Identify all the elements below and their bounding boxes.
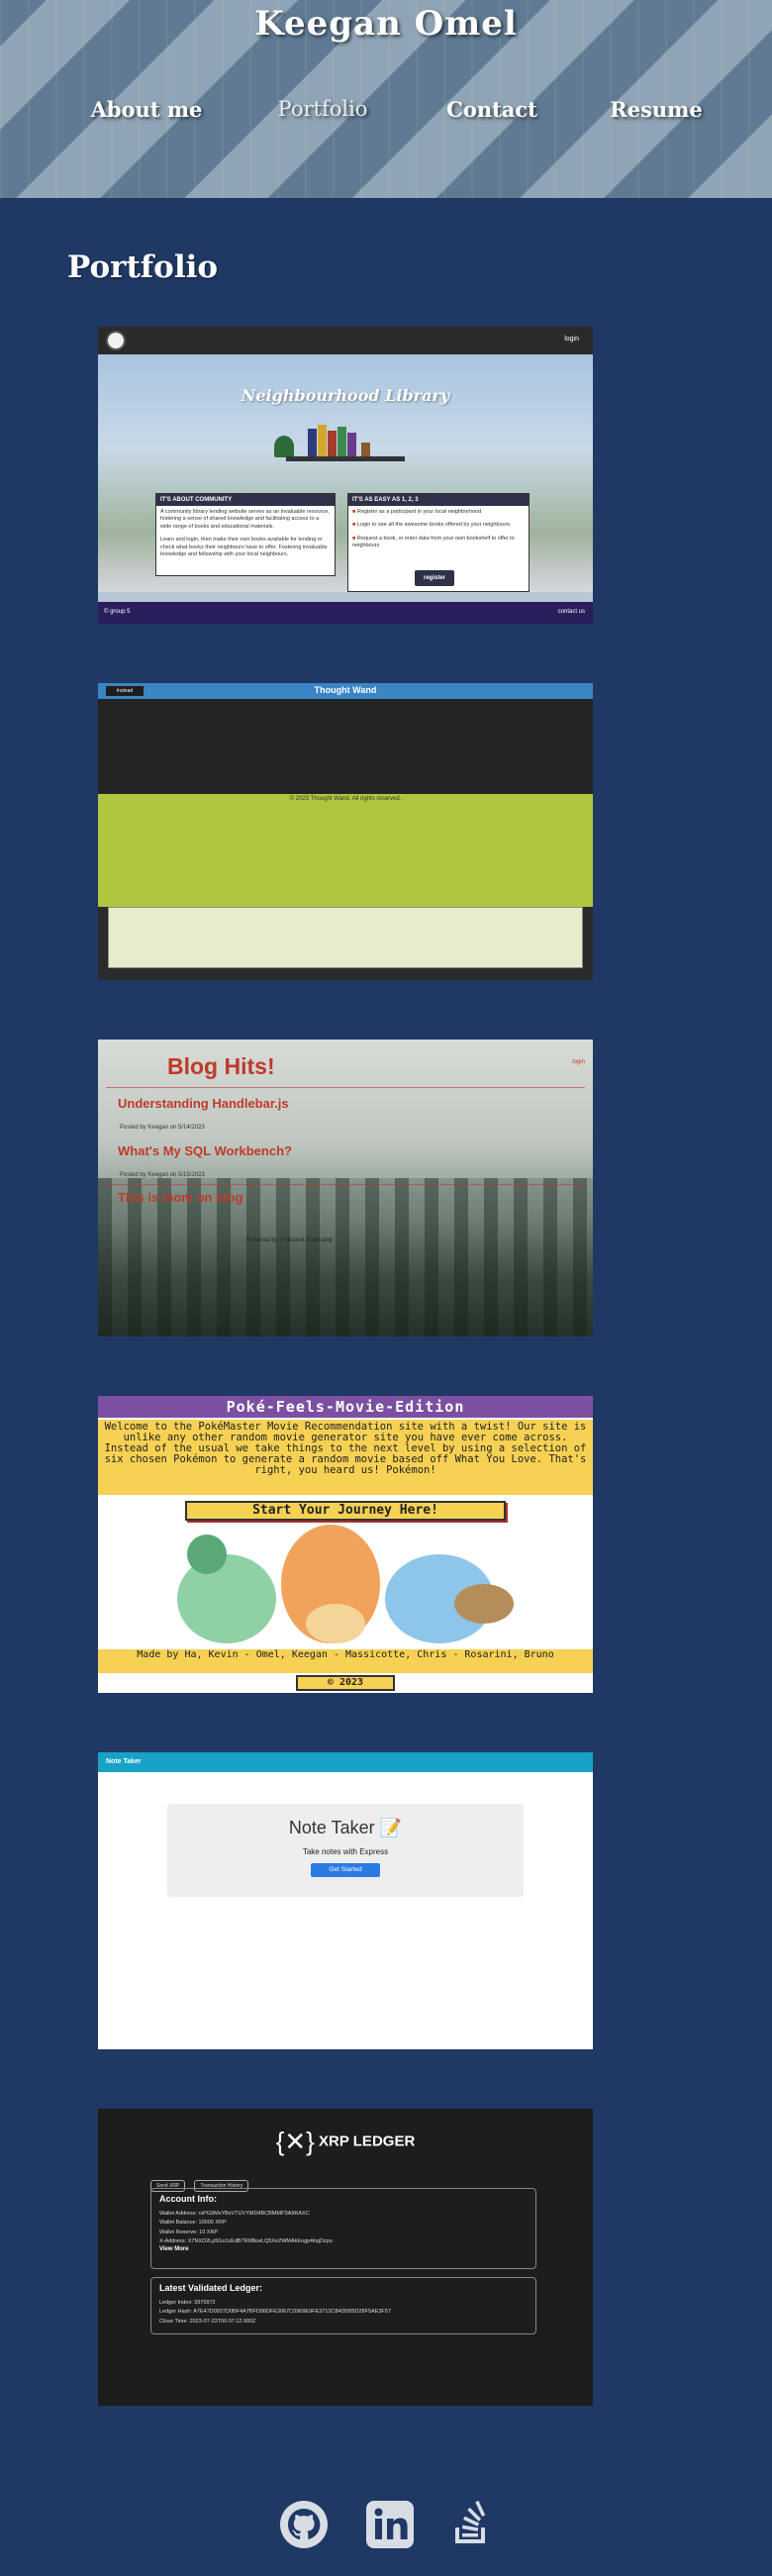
pokemon-artwork (157, 1525, 533, 1647)
xrp-logo: {✕} XRP LEDGER (275, 2127, 416, 2156)
latest-ledger-panel: Latest Validated Ledger: Ledger Index: 3… (150, 2277, 536, 2334)
step-2: ■ Login to see all the awesome books off… (352, 522, 511, 529)
blog-post-meta: Posted by Keegan on 5/15/2023 (120, 1172, 205, 1178)
site-header: Keegan Omel About me Portfolio Contact R… (0, 0, 772, 198)
blog-login-link: login (572, 1059, 585, 1065)
poke-feels-credits: Made by Ha, Kevin - Omel, Keegan - Massi… (98, 1649, 593, 1673)
blog-footer: Powered by: Fullstack Bootcamp (246, 1238, 334, 1243)
note-taker-title: Note Taker 📝 (288, 1818, 403, 1837)
poke-feels-banner: Poké-Feels-Movie-Edition (98, 1396, 593, 1418)
stackoverflow-icon[interactable] (447, 2500, 497, 2549)
thought-wand-topbar: Instead Thought Wand (98, 683, 593, 699)
nav-portfolio[interactable]: Portfolio (278, 97, 368, 121)
thought-wand-title: Thought Wand (314, 685, 377, 695)
get-started-button: Get Started (311, 1863, 380, 1877)
step-1: ■ Register as a participant in your loca… (352, 509, 482, 515)
nav-contact[interactable]: Contact (446, 97, 537, 122)
note-taker-navbar: Note Taker (98, 1752, 593, 1772)
view-more-link: View More (159, 2246, 189, 2253)
thought-wand-copyright: © 2023 Thought Wand. All rights reserved… (289, 796, 402, 802)
start-journey-button: Start Your Journey Here! (185, 1501, 506, 1521)
blog-post-title: This is mom on blog (118, 1190, 243, 1205)
blog-post-title: What's My SQL Workbench? (118, 1143, 292, 1158)
library-title: Neighbourhood Library (241, 386, 450, 405)
library-topbar: login (98, 327, 593, 354)
library-logo (106, 331, 126, 350)
nav-resume[interactable]: Resume (610, 97, 703, 122)
site-title: Keegan Omel (254, 4, 518, 44)
blog-post-meta: Posted by Keegan on 5/14/2023 (120, 1125, 205, 1131)
library-hero: Neighbourhood Library IT'S ABOUT COMMUNI… (98, 354, 593, 592)
blog-title: Blog Hits! (167, 1053, 275, 1079)
project-note-taker[interactable]: Note Taker Note Taker 📝 Take notes with … (98, 1752, 593, 2049)
linkedin-icon[interactable] (365, 2500, 415, 2549)
bookshelf-illustration (286, 424, 405, 461)
library-login-link: login (564, 336, 579, 343)
project-poke-feels[interactable]: Poké-Feels-Movie-Edition Welcome to the … (98, 1396, 593, 1693)
social-links (0, 2500, 772, 2559)
step-3: ■ Request a book, or enter data from you… (352, 535, 515, 549)
library-footer: © group 5 contact us (98, 602, 593, 624)
poke-feels-copyright: © 2023 (296, 1675, 395, 1691)
blog-post-title: Understanding Handlebar.js (118, 1096, 289, 1111)
nav-about-me[interactable]: About me (91, 97, 203, 122)
project-neighbourhood-library[interactable]: login Neighbourhood Library IT'S ABOUT C… (98, 327, 593, 624)
thought-wand-main (98, 699, 593, 794)
note-taker-jumbotron: Note Taker 📝 Take notes with Express Get… (167, 1804, 524, 1897)
project-xrp-ledger[interactable]: {✕} XRP LEDGER Send XRP Transaction Hist… (98, 2109, 593, 2406)
community-box: IT'S ABOUT COMMUNITY A community library… (155, 493, 336, 576)
project-thought-wand[interactable]: Instead Thought Wand © 2023 Thought Wand… (98, 683, 593, 980)
main-nav: About me Portfolio Contact Resume (0, 97, 772, 127)
portfolio-heading: Portfolio (67, 249, 219, 285)
xrp-icon: {✕} (275, 2127, 315, 2156)
poke-feels-intro: Welcome to the PokéMaster Movie Recommen… (98, 1420, 593, 1495)
thought-wand-cream-panel (108, 907, 583, 968)
github-icon[interactable] (279, 2500, 329, 2549)
thought-wand-green-panel (98, 794, 593, 907)
project-blog-hits[interactable]: Blog Hits! login Understanding Handlebar… (98, 1040, 593, 1337)
register-button: register (415, 570, 454, 586)
note-taker-subtitle: Take notes with Express (302, 1847, 389, 1856)
account-info-panel: Account Info: Wallet Address: rsPG9MxYBx… (150, 2188, 536, 2269)
